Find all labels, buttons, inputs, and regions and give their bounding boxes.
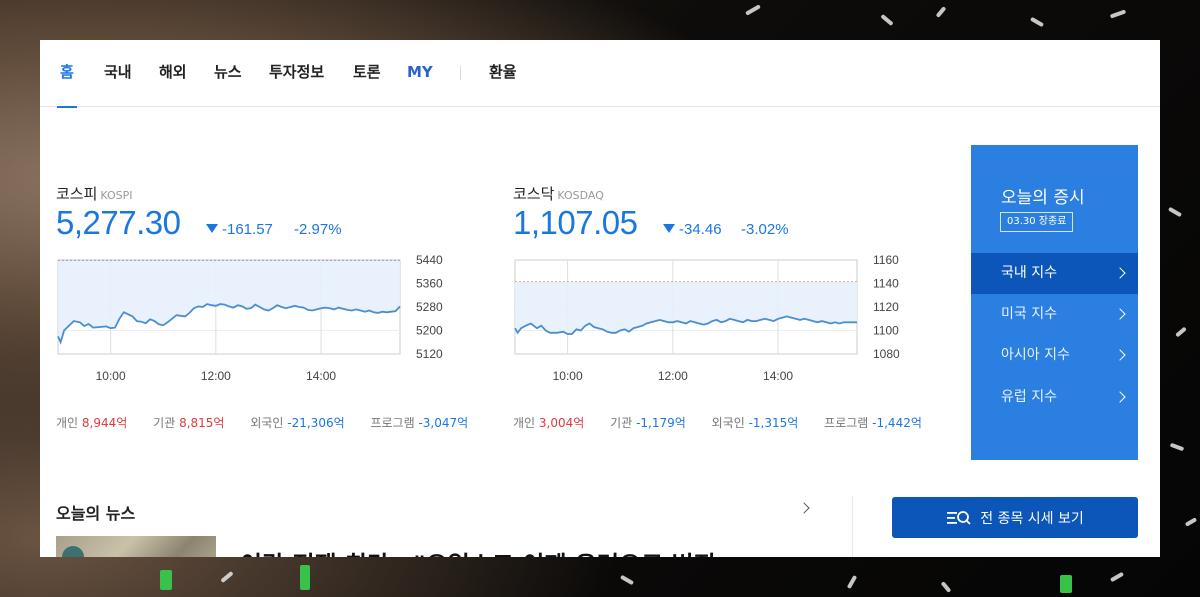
side-item-label: 미국 지수: [1001, 306, 1057, 322]
x-tick-label: 10:00: [96, 369, 126, 383]
thumbnail-shape: [62, 546, 84, 557]
kosdaq-flows: 개인 3,004억 기관 -1,179억 외국인 -1,315억 프로그램 -1…: [513, 414, 944, 431]
flow-value: -3,047억: [418, 416, 469, 430]
y-tick-label: 1140: [873, 277, 899, 291]
flow-label: 프로그램: [370, 416, 415, 430]
list-search-icon: [947, 510, 971, 525]
side-item-europe-index[interactable]: 유럽 지수: [971, 377, 1138, 418]
y-tick-label: 1080: [873, 347, 900, 361]
y-tick-label: 5120: [416, 347, 443, 361]
kosdaq-value: 1,107.05: [513, 204, 638, 241]
series-area: [515, 281, 857, 334]
flow-value: -1,179억: [636, 416, 686, 430]
down-triangle-icon: [663, 224, 675, 233]
flow-value: -1,315억: [748, 416, 799, 430]
side-item-label: 유럽 지수: [1001, 389, 1057, 405]
market-close-date: 03.30 장종료: [1000, 212, 1074, 232]
all-stocks-label: 전 종목 시세 보기: [980, 510, 1084, 527]
nav-news[interactable]: 뉴스: [214, 62, 242, 107]
kosdaq-percent: -3.02%: [741, 221, 789, 238]
kosdaq-name-text: 코스닥: [513, 185, 555, 203]
nav-invest-info[interactable]: 투자정보: [269, 62, 324, 107]
side-item-asia-index[interactable]: 아시아 지수: [971, 335, 1138, 376]
side-item-domestic-index[interactable]: 국내 지수: [971, 253, 1138, 294]
flow-value: 8,815억: [179, 416, 225, 430]
kospi-change-text: -161.57: [222, 221, 273, 238]
chevron-right-icon: [1114, 391, 1126, 403]
divider: [852, 496, 853, 557]
side-item-us-index[interactable]: 미국 지수: [971, 294, 1138, 335]
kosdaq-flow-foreign: 외국인 -1,315억: [712, 416, 799, 430]
kosdaq-chart[interactable]: 1160 1140 1120 1100 1080 10:00 12:00 14:00: [507, 250, 927, 390]
nav-domestic[interactable]: 국내: [104, 62, 132, 107]
y-tick-label: 1160: [873, 253, 899, 267]
kospi-name[interactable]: 코스피 KOSPI: [56, 183, 133, 204]
today-market-title: 오늘의 증시: [1001, 188, 1085, 208]
kosdaq-name[interactable]: 코스닥 KOSDAQ: [513, 183, 604, 204]
kospi-flow-program: 프로그램 -3,047억: [370, 416, 468, 430]
kospi-percent: -2.97%: [294, 221, 342, 238]
news-thumbnail[interactable]: [56, 536, 216, 557]
kosdaq-change-text: -34.46: [679, 221, 722, 238]
flow-label: 개인: [513, 416, 536, 430]
kospi-value: 5,277.30: [56, 204, 181, 241]
kospi-name-text: 코스피: [56, 185, 98, 203]
top-nav: 홈 국내 해외 뉴스 투자정보 토론 MY 환율: [40, 40, 1160, 108]
down-triangle-icon: [206, 224, 218, 233]
nav-exchange-rate[interactable]: 환율: [489, 62, 517, 107]
news-headline[interactable]: 이란 전쟁 최단…"오일쇼크 이제 우려으로 번진: [240, 545, 716, 557]
side-item-label: 아시아 지수: [1001, 347, 1070, 363]
nav-overseas[interactable]: 해외: [159, 62, 187, 107]
x-tick-label: 10:00: [553, 369, 583, 383]
x-tick-label: 12:00: [658, 369, 688, 383]
chevron-right-icon: [1114, 308, 1126, 320]
x-tick-label: 14:00: [306, 369, 336, 383]
chevron-right-icon: [1114, 349, 1126, 361]
kosdaq-flow-institution: 기관 -1,179억: [610, 416, 686, 430]
kospi-flow-individual: 개인 8,944억: [56, 416, 127, 430]
flow-label: 기관: [153, 416, 176, 430]
x-tick-label: 14:00: [763, 369, 793, 383]
flow-label: 개인: [56, 416, 79, 430]
flow-label: 기관: [610, 416, 633, 430]
kosdaq-flow-program: 프로그램 -1,442억: [824, 416, 922, 430]
y-tick-label: 5280: [416, 300, 443, 314]
today-news-title: 오늘의 뉴스: [56, 504, 136, 523]
chevron-right-icon: [1114, 267, 1126, 279]
finance-panel: 홈 국내 해외 뉴스 투자정보 토론 MY 환율 코스피 KOSPI 5,277.…: [40, 40, 1160, 557]
flow-label: 프로그램: [824, 416, 869, 430]
flow-label: 외국인: [711, 416, 745, 430]
all-stocks-button[interactable]: 전 종목 시세 보기: [892, 497, 1138, 538]
x-tick-label: 12:00: [201, 369, 231, 383]
y-tick-label: 5440: [416, 253, 443, 267]
nav-divider: [460, 66, 461, 80]
y-tick-label: 1120: [873, 300, 899, 314]
nav-discussion[interactable]: 토론: [353, 62, 381, 107]
kospi-flow-institution: 기관 8,815억: [153, 416, 224, 430]
flow-value: -1,442억: [872, 416, 922, 430]
kosdaq-change: -34.46: [663, 221, 722, 238]
kospi-chart[interactable]: 5440 5360 5280 5200 5120 10:00 12:00 14:00: [50, 250, 470, 390]
nav-my[interactable]: MY: [407, 62, 433, 107]
nav-home[interactable]: 홈: [57, 62, 77, 108]
flow-label: 외국인: [250, 416, 284, 430]
today-market-card: 오늘의 증시 03.30 장종료 국내 지수 미국 지수 아시아 지수 유럽 지…: [971, 145, 1138, 460]
y-tick-label: 5360: [416, 277, 443, 291]
kospi-flow-foreign: 외국인 -21,306억: [250, 416, 344, 430]
y-tick-label: 1100: [873, 324, 899, 338]
chevron-right-icon[interactable]: [798, 502, 810, 514]
side-item-label: 국내 지수: [1001, 265, 1057, 281]
kosdaq-code: KOSDAQ: [557, 189, 604, 202]
flow-value: -21,306억: [287, 416, 345, 430]
kosdaq-flow-individual: 개인 3,004억: [513, 416, 584, 430]
flow-value: 8,944억: [81, 416, 128, 430]
kospi-change: -161.57: [206, 221, 273, 238]
kospi-flows: 개인 8,944억 기관 8,815억 외국인 -21,306억 프로그램 -3…: [56, 414, 490, 431]
flow-value: 3,004억: [538, 416, 585, 430]
kospi-code: KOSPI: [100, 189, 133, 202]
y-tick-label: 5200: [416, 324, 443, 338]
